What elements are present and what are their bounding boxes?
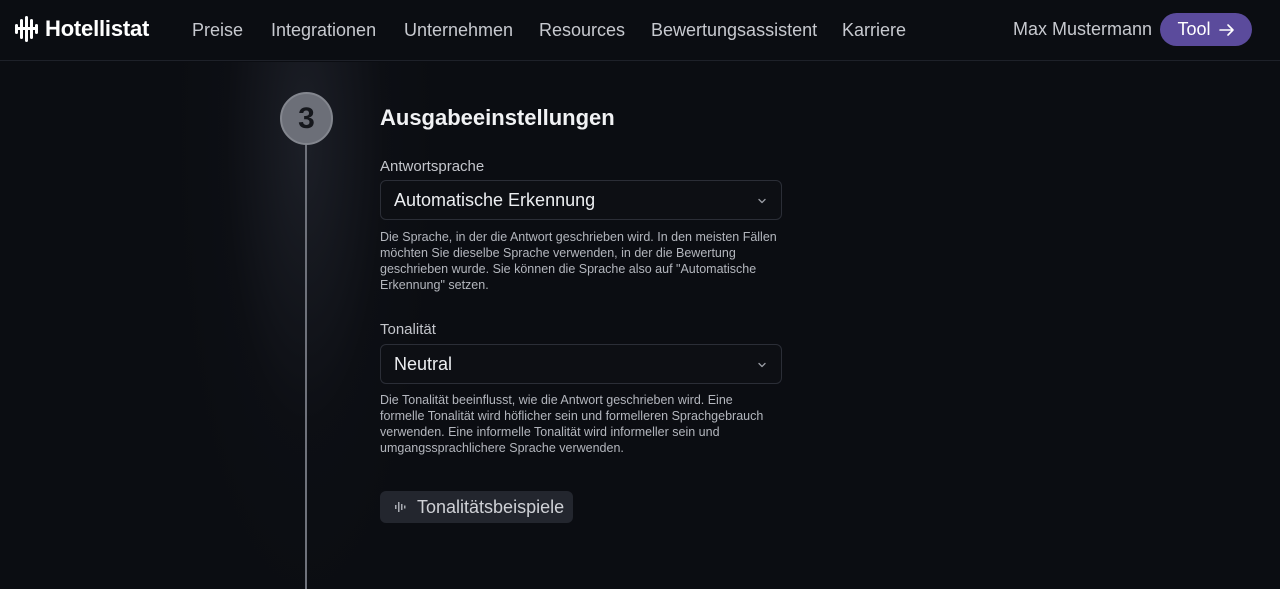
- chevron-down-icon: [758, 362, 766, 368]
- section-title: Ausgabeeinstellungen: [380, 105, 615, 130]
- tool-button[interactable]: Tool: [1160, 13, 1252, 46]
- nav-item-preise[interactable]: Preise: [192, 20, 243, 41]
- nav-item-unternehmen[interactable]: Unternehmen: [404, 20, 513, 41]
- step-number-badge: 3: [280, 92, 333, 145]
- language-select[interactable]: Automatische Erkennung: [380, 180, 782, 220]
- tonality-label: Tonalität: [380, 321, 436, 338]
- step-connector-line: [305, 140, 307, 589]
- tonality-select-value: Neutral: [394, 353, 453, 374]
- tonality-help-text: Die Tonalität beeinflusst, wie die Antwo…: [380, 393, 764, 455]
- tonality-examples-button[interactable]: Tonalitätsbeispiele: [380, 491, 573, 523]
- nav-item-integrationen[interactable]: Integrationen: [271, 20, 376, 41]
- hotellistat-logo-icon: [15, 16, 38, 42]
- language-label: Antwortsprache: [380, 158, 485, 175]
- arrow-right-icon: [1218, 23, 1234, 36]
- tonality-examples-label: Tonalitätsbeispiele: [417, 496, 565, 517]
- step-number: 3: [298, 101, 315, 135]
- nav-item-bewertungsassistent[interactable]: Bewertungsassistent: [651, 20, 817, 41]
- brand-logo[interactable]: Hotellistat: [15, 16, 149, 42]
- language-select-value: Automatische Erkennung: [394, 189, 596, 210]
- tool-button-label: Tool: [1177, 19, 1211, 39]
- language-help-text: Die Sprache, in der die Antwort geschrie…: [380, 230, 777, 292]
- user-name[interactable]: Max Mustermann: [1013, 19, 1152, 40]
- brand-name: Hotellistat: [45, 16, 150, 41]
- tonality-select[interactable]: Neutral: [380, 344, 782, 384]
- top-navigation: Hotellistat Preise Integrationen Unterne…: [0, 0, 1280, 61]
- nav-item-resources[interactable]: Resources: [539, 20, 625, 41]
- audio-wave-icon: [395, 502, 406, 512]
- nav-item-karriere[interactable]: Karriere: [842, 20, 906, 41]
- chevron-down-icon: [758, 198, 766, 204]
